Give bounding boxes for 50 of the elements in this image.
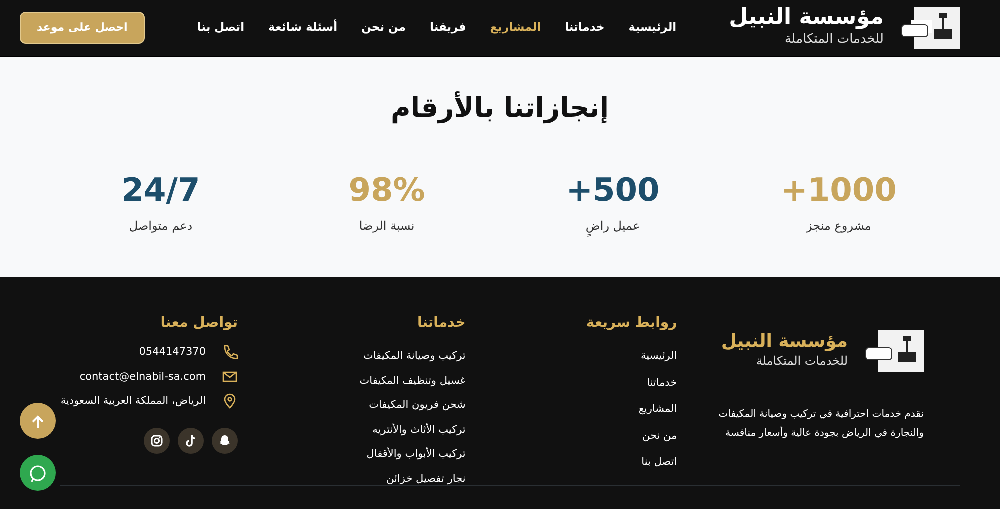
stat-label: عميل راضٍ [513,216,713,235]
nav-link[interactable]: خدماتنا [565,19,605,37]
brand-name: مؤسسة النبيل [729,6,884,30]
footer-link[interactable]: من نحن [642,430,678,442]
logo-icon [864,329,924,373]
social-button[interactable] [178,428,204,454]
map-pin-icon [222,393,238,410]
service-link[interactable]: شحن فريون المكيفات [369,399,466,411]
about-text: نقدم خدمات احترافية في تركيب وصيانة المكيفات والنجارة في الرياض بجودة عالية وأسعار منافسة [718,408,924,441]
column-heading: روابط سريعة [585,314,678,333]
section-title: إنجازاتنا بالأرقام [390,93,610,126]
stat-label: مشروع منجز [805,218,872,235]
nav-link[interactable]: أسئلة شائعة [268,19,338,37]
footer-link[interactable]: المشاريع [638,403,678,415]
chat-icon [29,464,47,483]
column-heading: تواصل معنا [160,314,238,333]
brand-tagline: للخدمات المتكاملة [755,352,848,370]
stat-label: نسبة الرضا [358,218,416,235]
service-link[interactable]: نجار تفصيل خزائن [386,472,466,484]
stat-number: +1000 [780,173,898,209]
footer-link[interactable]: اتصل بنا [642,456,678,468]
whatsapp-button[interactable] [20,455,56,491]
arrow-up-icon [30,414,46,430]
scroll-top-button[interactable] [20,403,56,439]
stat-number: 98% [348,173,426,209]
nav-link[interactable]: فريقنا [430,19,466,37]
contact-text: contact@elnabil-sa.com [80,370,206,384]
stat-label: دعم متواصل [128,218,194,235]
stat-number: +500 [565,173,661,209]
phone-icon [222,344,238,360]
stat-number: 24/7 [120,173,202,209]
logo-icon [900,7,960,49]
brand-name: مؤسسة النبيل [721,332,848,352]
social-button[interactable] [144,428,170,454]
column-heading: خدماتنا [416,314,466,333]
nav-link[interactable]: اتصل بنا [197,19,245,37]
service-link[interactable]: تركيب الأبواب والأقفال [366,448,466,460]
service-link[interactable]: تركيب وصيانة المكيفات [363,350,466,362]
nav-link[interactable]: من نحن [362,19,406,37]
service-link[interactable]: تركيب الأثاث والأنتريه [372,424,466,436]
footer-link[interactable]: الرئيسية [641,350,678,362]
nav-link[interactable]: المشاريع [490,19,542,37]
footer-link[interactable]: خدماتنا [647,376,678,388]
camera-icon [149,432,166,448]
service-link[interactable]: غسيل وتنظيف المكيفات [360,374,466,386]
social-button[interactable] [212,428,238,454]
contact-text: 0544147370 [139,345,206,360]
nav-link[interactable]: الرئيسية [628,19,677,37]
brand-tagline: للخدمات المتكاملة [784,31,884,50]
contact-text: الرياض، المملكة العربية السعودية [60,394,206,409]
